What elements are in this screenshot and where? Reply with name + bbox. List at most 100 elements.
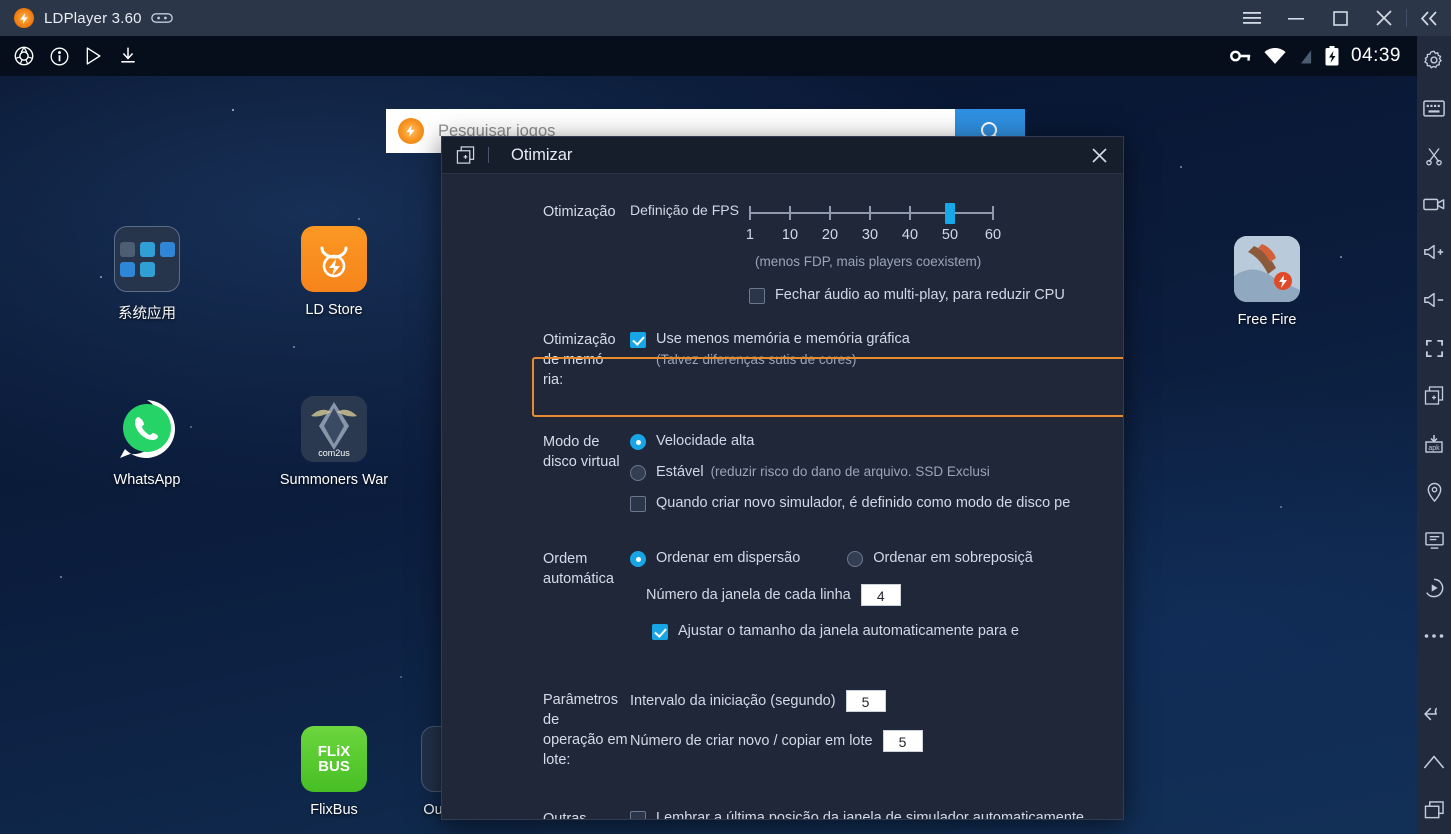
info-circle-icon[interactable] — [49, 46, 70, 67]
section-other: Outras definições Lembrar a última posiç… — [442, 809, 1123, 820]
home-icon[interactable] — [1417, 738, 1451, 786]
slider-tick — [908, 206, 911, 220]
gear-icon[interactable] — [1417, 36, 1451, 84]
fullscreen-icon[interactable] — [1417, 324, 1451, 372]
fps-tick: 1 — [745, 227, 754, 243]
low-memory-sublabel: (Talvez diferenças sutis de cores) — [656, 352, 857, 367]
apk-install-icon[interactable]: apk — [1417, 420, 1451, 468]
desktop-icon-label: 系统应用 — [118, 306, 176, 322]
play-store-icon[interactable] — [84, 46, 104, 66]
slider-tick — [991, 206, 994, 220]
section-label-other: Outras definições — [543, 811, 587, 820]
remember-position-checkbox[interactable] — [630, 811, 646, 819]
window-title-bar: LDPlayer 3.60 — [0, 0, 1451, 36]
auto-resize-label: Ajustar o tamanho da janela automaticame… — [678, 623, 1019, 639]
video-camera-icon[interactable] — [1417, 180, 1451, 228]
batch-label-line2: operação em lote: — [543, 732, 628, 768]
desktop-icon-label: FlixBus — [310, 802, 358, 818]
desktop-icon-flixbus[interactable]: FLiX BUS FlixBus — [275, 726, 393, 818]
section-label-batch: Parâmetros de operação em lote: — [442, 690, 630, 770]
ldplayer-window: LDPlayer 3.60 04:39 系统应用 LD Store WhatsA… — [0, 0, 1451, 834]
section-label-virtual-disk: Modo de disco virtual — [543, 434, 620, 470]
volume-down-icon[interactable] — [1417, 276, 1451, 324]
start-interval-label: Intervalo da iniciação (segundo) — [630, 692, 836, 709]
scissors-icon[interactable] — [1417, 132, 1451, 180]
section-optimization: Otimização Definição de FPS 1 10 20 30 4… — [442, 202, 1123, 305]
fps-tick-labels: 1 10 20 30 40 50 60 — [745, 227, 1001, 245]
order-overlap-radio[interactable] — [847, 551, 864, 567]
gamepad-icon — [150, 10, 173, 26]
desktop-icon-ld-store[interactable]: LD Store — [275, 226, 393, 318]
download-icon[interactable] — [118, 46, 138, 66]
fps-slider[interactable] — [748, 203, 994, 224]
minimize-icon[interactable] — [1274, 0, 1318, 36]
browser-icon[interactable] — [13, 45, 35, 67]
window-per-row-label: Número da janela de cada linha — [646, 586, 851, 603]
desktop-icon-label: Summoners War — [279, 472, 389, 488]
desktop-icon-free-fire[interactable]: Free Fire — [1208, 236, 1326, 328]
desktop-icon-whatsapp[interactable]: WhatsApp — [88, 396, 206, 488]
dialog-close-button[interactable] — [1075, 137, 1123, 174]
more-dots-icon[interactable] — [1417, 612, 1451, 660]
back-icon[interactable] — [1417, 690, 1451, 738]
order-scatter-label: Ordenar em dispersão — [656, 550, 801, 566]
slider-tick — [788, 206, 791, 220]
section-auto-order: Ordem automática Ordenar em dispersão Or… — [442, 549, 1123, 641]
section-label-memory: Otimização de memó ria: — [442, 330, 630, 390]
desktop-icon-summoners-war[interactable]: com2us Summoners War — [275, 396, 393, 488]
shared-folder-icon[interactable] — [1417, 516, 1451, 564]
order-scatter-radio[interactable] — [630, 551, 646, 567]
location-pin-icon[interactable] — [1417, 468, 1451, 516]
close-icon[interactable] — [1362, 0, 1406, 36]
collapse-left-icon[interactable] — [1407, 0, 1451, 36]
vpn-key-icon — [1230, 49, 1252, 63]
keyboard-icon[interactable] — [1417, 84, 1451, 132]
start-interval-input[interactable]: 5 — [845, 690, 886, 712]
disk-mode-fast-label: Velocidade alta — [656, 433, 755, 449]
new-instance-icon[interactable] — [1417, 372, 1451, 420]
section-label-optimization: Otimização — [543, 204, 616, 220]
disk-mode-fast-radio[interactable] — [630, 434, 646, 450]
free-fire-icon — [1234, 236, 1300, 302]
status-clock: 04:39 — [1350, 45, 1401, 66]
android-status-bar: 04:39 — [0, 36, 1417, 76]
svg-text:com2us: com2us — [318, 448, 350, 458]
whatsapp-icon — [114, 396, 180, 462]
desktop-icon-system-apps[interactable]: 系统应用 — [88, 226, 206, 323]
maximize-icon[interactable] — [1318, 0, 1362, 36]
fps-hint: (menos FDP, mais players coexistem) — [754, 254, 982, 269]
batch-copy-input[interactable]: 5 — [882, 730, 923, 752]
signal-icon — [1298, 47, 1313, 65]
macro-record-icon[interactable] — [1417, 564, 1451, 612]
low-memory-checkbox[interactable] — [630, 332, 646, 348]
desktop-icon-label: Free Fire — [1237, 312, 1297, 328]
fps-tick: 40 — [901, 227, 919, 243]
close-audio-checkbox[interactable] — [748, 288, 765, 304]
ld-logo-icon — [398, 118, 424, 144]
close-audio-label: Fechar áudio ao multi-play, para reduzir… — [774, 287, 1065, 303]
auto-resize-checkbox[interactable] — [652, 624, 668, 640]
window-per-row-input[interactable]: 4 — [860, 584, 901, 606]
window-title: LDPlayer 3.60 — [44, 9, 142, 27]
wifi-icon — [1264, 47, 1286, 65]
disk-mode-stable-note: (reduzir risco do dano de arquivo. SSD E… — [710, 464, 990, 479]
volume-up-icon[interactable] — [1417, 228, 1451, 276]
disk-default-checkbox[interactable] — [630, 496, 646, 512]
dialog-title-bar: Otimizar — [442, 137, 1123, 174]
batch-label-line1: Parâmetros de — [543, 692, 618, 728]
slider-tick — [868, 206, 871, 220]
dialog-title: Otimizar — [511, 145, 573, 164]
new-instance-icon[interactable] — [442, 137, 488, 174]
disk-mode-stable-label: Estável — [656, 464, 704, 480]
slider-track — [748, 212, 994, 214]
recents-icon[interactable] — [1417, 786, 1451, 834]
ldplayer-logo-icon — [14, 8, 34, 28]
fps-tick: 10 — [781, 227, 799, 243]
slider-tick — [828, 206, 831, 220]
flixbus-icon: FLiX BUS — [301, 726, 367, 792]
menu-icon[interactable] — [1230, 0, 1274, 36]
svg-text:apk: apk — [1428, 445, 1440, 452]
disk-mode-stable-radio[interactable] — [630, 465, 646, 481]
slider-thumb[interactable] — [944, 203, 955, 224]
section-memory: Otimização de memó ria: Use menos memóri… — [442, 330, 1123, 390]
